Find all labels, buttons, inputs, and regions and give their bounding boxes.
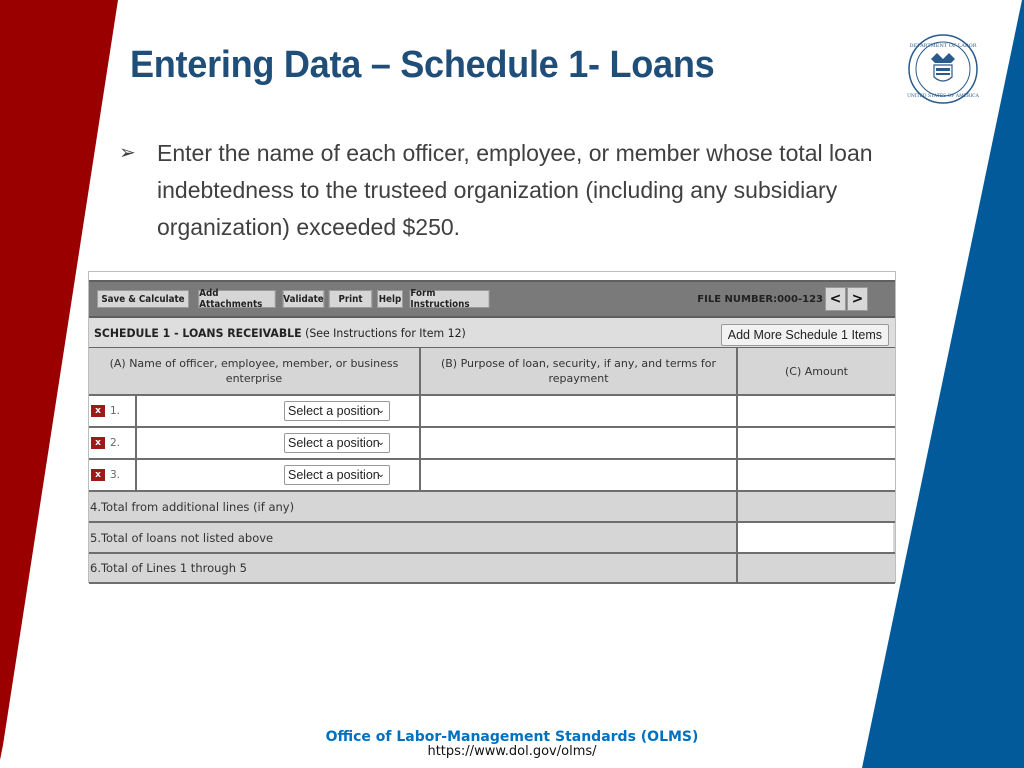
- bullet-text: Enter the name of each officer, employee…: [157, 140, 873, 240]
- position-select-value: Select a position: [288, 436, 380, 450]
- row-index: x 2.: [89, 428, 135, 458]
- column-header-purpose: (B) Purpose of loan, security, if any, a…: [440, 357, 717, 385]
- position-select[interactable]: Select a position ⌄: [284, 465, 390, 485]
- help-button[interactable]: Help: [377, 290, 403, 308]
- svg-text:DEPARTMENT OF LABOR: DEPARTMENT OF LABOR: [910, 43, 977, 49]
- add-attachments-button[interactable]: Add Attachments: [198, 288, 276, 310]
- total-amount: [738, 554, 893, 582]
- total-row-label: 4.Total from additional lines (if any): [90, 499, 295, 514]
- table-row: x 2. Select a position ⌄: [89, 428, 895, 460]
- form-toolbar: Save & Calculate Add Attachments Validat…: [89, 280, 895, 318]
- slide-title: Entering Data – Schedule 1- Loans: [130, 44, 715, 86]
- table-header-row: (A) Name of officer, employee, member, o…: [89, 348, 895, 396]
- add-more-items-button[interactable]: Add More Schedule 1 Items: [720, 324, 889, 346]
- amount-input[interactable]: [738, 396, 893, 426]
- row-index: x 1.: [89, 396, 135, 426]
- delete-row-button[interactable]: x: [91, 469, 105, 481]
- total-amount-input[interactable]: [738, 523, 893, 552]
- table-row: x 1. Select a position ⌄: [89, 396, 895, 428]
- name-input[interactable]: [137, 460, 282, 490]
- footer-org: Office of Labor-Management Standards (OL…: [325, 729, 699, 745]
- schedule-header: SCHEDULE 1 - LOANS RECEIVABLE (See Instr…: [89, 318, 895, 348]
- total-row-label: 6.Total of Lines 1 through 5: [90, 561, 247, 575]
- arrow-bullet-icon: ➢: [119, 142, 136, 164]
- schedule-title-note: (See Instructions for Item 12): [301, 326, 466, 340]
- amount-input[interactable]: [738, 428, 893, 458]
- validate-button[interactable]: Validate: [282, 290, 325, 308]
- slide-footer: Office of Labor-Management Standards (OL…: [0, 729, 1024, 759]
- chevron-down-icon: ⌄: [376, 469, 385, 480]
- name-input[interactable]: [137, 428, 282, 458]
- print-button[interactable]: Print: [328, 290, 373, 308]
- schedule-title-bold: SCHEDULE 1 - LOANS RECEIVABLE: [94, 326, 302, 340]
- chevron-down-icon: ⌄: [376, 437, 385, 448]
- row-number: 3.: [110, 469, 121, 481]
- next-page-button[interactable]: >: [847, 287, 868, 311]
- table-row: x 3. Select a position ⌄: [89, 460, 895, 492]
- instruction-bullet: ➢ Enter the name of each officer, employ…: [119, 135, 919, 246]
- dol-seal-icon: DEPARTMENT OF LABOR UNITED STATES OF AME…: [907, 34, 979, 104]
- file-number: FILE NUMBER:000-123: [697, 294, 823, 305]
- schedule-title: SCHEDULE 1 - LOANS RECEIVABLE (See Instr…: [94, 326, 466, 340]
- delete-row-button[interactable]: x: [91, 437, 105, 449]
- position-select-value: Select a position: [288, 468, 380, 482]
- column-header-amount: (C) Amount: [785, 364, 848, 378]
- schedule-1-form: Save & Calculate Add Attachments Validat…: [88, 271, 896, 584]
- total-row: 4.Total from additional lines (if any): [89, 492, 895, 523]
- total-amount: [738, 492, 893, 521]
- chevron-down-icon: ⌄: [376, 405, 385, 416]
- total-row: 5.Total of loans not listed above: [89, 523, 895, 554]
- purpose-input[interactable]: [421, 460, 736, 490]
- position-select[interactable]: Select a position ⌄: [284, 433, 390, 453]
- position-select[interactable]: Select a position ⌄: [284, 401, 390, 421]
- purpose-input[interactable]: [421, 396, 736, 426]
- purpose-input[interactable]: [421, 428, 736, 458]
- delete-row-button[interactable]: x: [91, 405, 105, 417]
- footer-url[interactable]: https://www.dol.gov/olms/: [0, 744, 1024, 759]
- row-number: 1.: [110, 405, 121, 417]
- position-select-value: Select a position: [288, 404, 380, 418]
- prev-page-button[interactable]: <: [825, 287, 846, 311]
- total-row-label: 5.Total of loans not listed above: [90, 530, 274, 545]
- row-number: 2.: [110, 437, 121, 449]
- total-row: 6.Total of Lines 1 through 5: [89, 554, 895, 584]
- amount-input[interactable]: [738, 460, 893, 490]
- save-calculate-button[interactable]: Save & Calculate: [97, 290, 189, 308]
- name-input[interactable]: [137, 396, 282, 426]
- form-instructions-button[interactable]: Form Instructions: [409, 288, 490, 310]
- row-index: x 3.: [89, 460, 135, 490]
- column-header-name: (A) Name of officer, employee, member, o…: [109, 357, 399, 385]
- svg-text:UNITED STATES OF AMERICA: UNITED STATES OF AMERICA: [907, 93, 979, 99]
